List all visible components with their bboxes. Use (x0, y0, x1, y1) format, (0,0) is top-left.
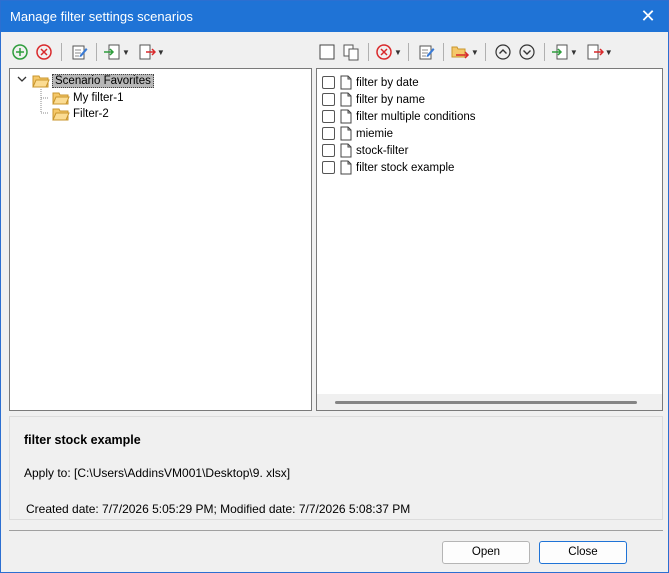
toolbar-separator (442, 43, 444, 61)
apply-to-text: Apply to: [C:\Users\AddinsVM001\Desktop\… (24, 466, 291, 480)
move-up-button[interactable] (492, 41, 514, 63)
delete-item-button[interactable]: ▼ (375, 41, 402, 63)
tree-item-label: My filter-1 (73, 92, 124, 104)
move-down-button[interactable] (516, 41, 538, 63)
toolbar-separator (407, 43, 409, 61)
item-checkbox[interactable] (322, 76, 335, 89)
import-button[interactable]: ▼ (103, 41, 130, 63)
horizontal-scrollbar[interactable] (317, 394, 662, 410)
document-icon (340, 75, 352, 90)
item-checkbox[interactable] (322, 93, 335, 106)
move-up-icon (495, 44, 511, 60)
tree-toolbar: ▼ ▼ (9, 38, 312, 66)
chevron-down-icon: ▼ (604, 47, 613, 57)
list-item-label: miemie (356, 127, 394, 140)
toolbar-separator (96, 43, 97, 61)
import-item-button[interactable]: ▼ (551, 41, 578, 63)
delete-icon (36, 44, 52, 60)
list-item-label: filter stock example (356, 161, 455, 174)
delete-button[interactable] (33, 41, 55, 63)
document-icon (340, 126, 352, 141)
document-icon (340, 160, 352, 175)
add-icon (12, 44, 28, 60)
divider (9, 530, 663, 531)
list-item-label: stock-filter (356, 144, 409, 157)
dialog-window: Manage filter settings scenarios ✕ ▼ ▼ ▼… (0, 0, 669, 573)
window-title: Manage filter settings scenarios (10, 9, 193, 24)
list-item-label: filter multiple conditions (356, 110, 476, 123)
list-item[interactable]: filter multiple conditions (322, 108, 476, 125)
scenario-tree[interactable]: Scenario Favorites My filter-1 Filter-2 (9, 68, 312, 411)
delete-icon (376, 44, 392, 60)
export-button[interactable]: ▼ (138, 41, 165, 63)
list-item-label: filter by name (356, 93, 426, 106)
list-item[interactable]: stock-filter (322, 142, 408, 159)
tree-item-my-filter-1[interactable]: My filter-1 (52, 90, 123, 106)
scenario-details: filter stock example Apply to: [C:\Users… (9, 416, 663, 520)
import-icon (104, 44, 120, 60)
chevron-down-icon: ▼ (156, 47, 165, 57)
document-icon (340, 109, 352, 124)
tree-item-label: Filter-2 (73, 108, 109, 120)
list-item[interactable]: filter by date (322, 74, 419, 91)
add-button[interactable] (9, 41, 31, 63)
folder-icon (52, 108, 70, 121)
toolbar-separator (368, 43, 369, 61)
close-button[interactable]: Close (539, 541, 627, 564)
export-icon (587, 44, 604, 60)
copy-icon (343, 44, 359, 61)
chevron-down-icon: ▼ (394, 47, 402, 57)
toolbar-separator (484, 43, 486, 61)
move-down-icon (519, 44, 535, 60)
tree-item-filter-2[interactable]: Filter-2 (52, 106, 109, 122)
edit-button[interactable] (68, 41, 90, 63)
item-checkbox[interactable] (322, 110, 335, 123)
item-checkbox[interactable] (322, 127, 335, 140)
folder-icon (52, 92, 70, 105)
list-item[interactable]: filter by name (322, 91, 425, 108)
edit-icon (72, 45, 88, 60)
copy-button[interactable] (340, 41, 362, 63)
chevron-down-icon: ▼ (569, 47, 578, 57)
toolbar-separator (543, 43, 545, 61)
export-icon (139, 44, 156, 60)
import-icon (551, 44, 568, 60)
scenario-name: filter stock example (24, 433, 141, 447)
edit-item-button[interactable] (415, 41, 437, 63)
scenario-list[interactable]: filter by date filter by name filter mul… (316, 68, 663, 411)
select-all-icon (319, 44, 335, 60)
item-checkbox[interactable] (322, 144, 335, 157)
tree-root-label: Scenario Favorites (52, 74, 154, 88)
close-icon[interactable]: ✕ (638, 6, 658, 26)
item-checkbox[interactable] (322, 161, 335, 174)
list-item[interactable]: miemie (322, 125, 393, 142)
dates-text: Created date: 7/7/2026 5:05:29 PM; Modif… (26, 502, 411, 516)
move-to-folder-button[interactable]: ▼ (450, 41, 479, 63)
select-all-button[interactable] (316, 41, 338, 63)
tree-root[interactable]: Scenario Favorites (16, 73, 154, 89)
scrollbar-thumb[interactable] (335, 401, 637, 404)
toolbar-separator (61, 43, 62, 61)
list-item[interactable]: filter stock example (322, 159, 454, 176)
list-toolbar: ▼ ▼ ▼ ▼ (316, 38, 663, 66)
document-icon (340, 143, 352, 158)
list-item-label: filter by date (356, 76, 419, 89)
move-to-folder-icon (451, 46, 469, 59)
open-button[interactable]: Open (442, 541, 530, 564)
chevron-down-icon: ▼ (122, 47, 130, 57)
document-icon (340, 92, 352, 107)
title-bar: Manage filter settings scenarios ✕ (1, 1, 668, 32)
edit-icon (419, 45, 435, 60)
export-item-button[interactable]: ▼ (586, 41, 613, 63)
chevron-down-icon: ▼ (470, 47, 479, 57)
folder-open-icon (32, 75, 50, 88)
